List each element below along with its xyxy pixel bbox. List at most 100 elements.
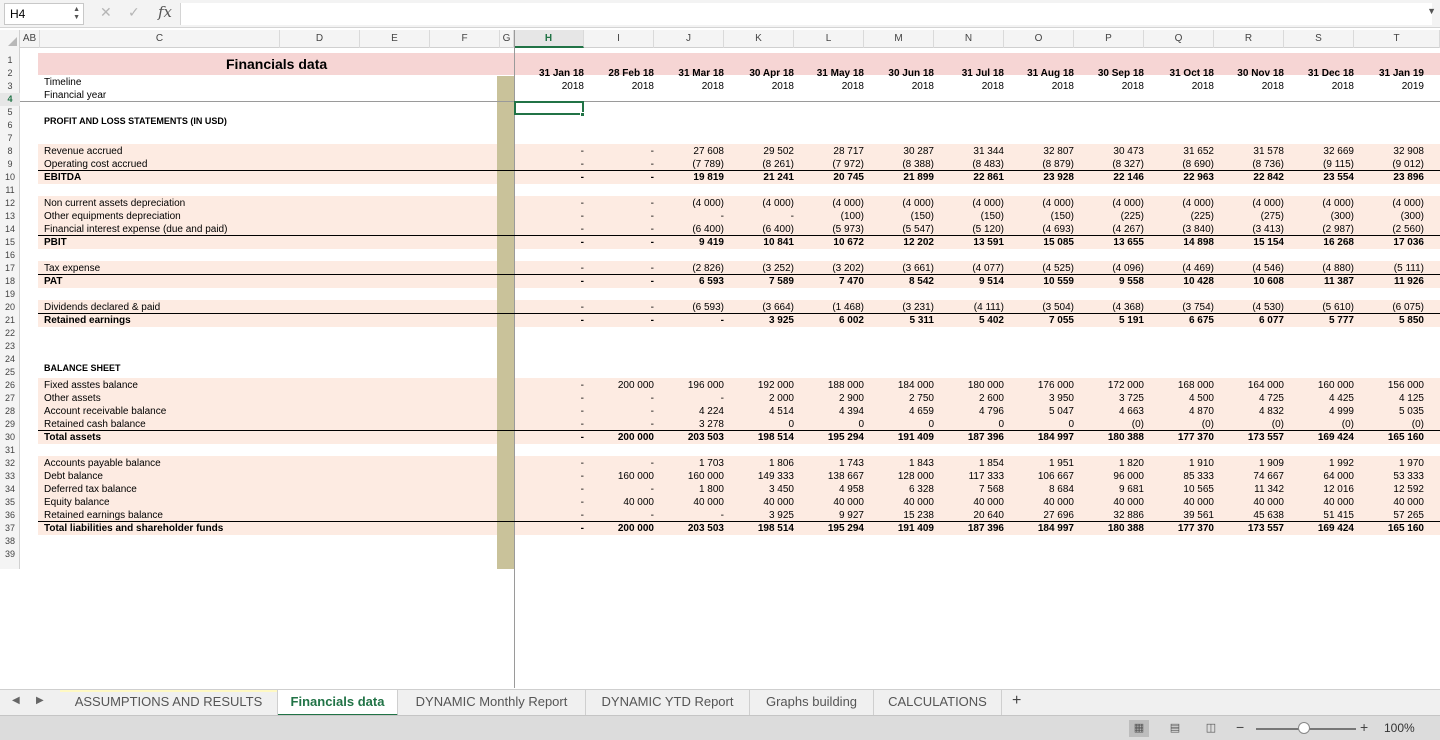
row-header-25[interactable]: 25 (0, 366, 20, 379)
data-cell[interactable]: 27 696 (1004, 509, 1074, 522)
data-cell[interactable]: 5 402 (934, 314, 1004, 327)
data-cell[interactable]: - (584, 145, 654, 158)
data-cell[interactable]: - (584, 483, 654, 496)
select-all-corner[interactable] (0, 30, 20, 48)
row-header-12[interactable]: 12 (0, 197, 20, 210)
data-cell[interactable]: 3 925 (724, 509, 794, 522)
data-cell[interactable]: 40 000 (934, 496, 1004, 509)
data-cell[interactable]: 3 725 (1074, 392, 1144, 405)
data-cell[interactable]: 0 (794, 418, 864, 431)
data-cell[interactable]: (4 000) (724, 197, 794, 210)
data-cell[interactable]: - (514, 418, 584, 431)
data-cell[interactable]: 173 557 (1214, 522, 1284, 535)
data-cell[interactable]: - (514, 262, 584, 275)
data-cell[interactable]: - (514, 197, 584, 210)
data-cell[interactable]: (4 000) (864, 197, 934, 210)
data-cell[interactable]: (7 789) (654, 158, 724, 171)
data-cell[interactable]: 8 684 (1004, 483, 1074, 496)
data-cell[interactable]: 15 154 (1214, 236, 1284, 249)
column-header-p[interactable]: P (1074, 30, 1144, 48)
row-header-30[interactable]: 30 (0, 431, 20, 444)
row-header-36[interactable]: 36 (0, 509, 20, 522)
name-box[interactable]: H4 ▲ ▼ (4, 3, 84, 25)
data-cell[interactable]: (3 202) (794, 262, 864, 275)
data-cell[interactable]: 23 928 (1004, 171, 1074, 184)
data-cell[interactable]: 10 841 (724, 236, 794, 249)
data-cell[interactable]: 14 898 (1144, 236, 1214, 249)
data-cell[interactable]: 3 450 (724, 483, 794, 496)
data-cell[interactable]: 21 241 (724, 171, 794, 184)
zoom-in-button[interactable]: + (1360, 719, 1368, 735)
data-cell[interactable]: - (584, 457, 654, 470)
row-header-32[interactable]: 32 (0, 457, 20, 470)
data-cell[interactable]: 184 997 (1004, 522, 1074, 535)
data-cell[interactable]: - (514, 171, 584, 184)
data-cell[interactable]: (4 469) (1144, 262, 1214, 275)
data-cell[interactable]: 39 561 (1144, 509, 1214, 522)
row-header-8[interactable]: 8 (0, 145, 20, 158)
data-cell[interactable]: 74 667 (1214, 470, 1284, 483)
data-cell[interactable]: (4 000) (794, 197, 864, 210)
data-cell[interactable]: 198 514 (724, 522, 794, 535)
data-cell[interactable]: - (584, 236, 654, 249)
row-header-3[interactable]: 3 (0, 80, 20, 93)
data-cell[interactable]: 196 000 (654, 379, 724, 392)
data-cell[interactable]: (0) (1074, 418, 1144, 431)
data-cell[interactable]: (7 972) (794, 158, 864, 171)
column-header-r[interactable]: R (1214, 30, 1284, 48)
data-cell[interactable]: 0 (864, 418, 934, 431)
row-header-21[interactable]: 21 (0, 314, 20, 327)
data-cell[interactable]: 5 311 (864, 314, 934, 327)
data-cell[interactable]: 10 608 (1214, 275, 1284, 288)
row-header-14[interactable]: 14 (0, 223, 20, 236)
data-cell[interactable]: (3 664) (724, 301, 794, 314)
row-header-28[interactable]: 28 (0, 405, 20, 418)
data-cell[interactable]: 1 820 (1074, 457, 1144, 470)
data-cell[interactable]: 40 000 (1214, 496, 1284, 509)
data-cell[interactable]: 15 085 (1004, 236, 1074, 249)
data-cell[interactable]: 40 000 (1284, 496, 1354, 509)
data-cell[interactable]: 6 675 (1144, 314, 1214, 327)
data-cell[interactable]: 40 000 (1074, 496, 1144, 509)
data-cell[interactable]: (8 261) (724, 158, 794, 171)
data-cell[interactable]: - (584, 405, 654, 418)
data-cell[interactable]: (5 610) (1284, 301, 1354, 314)
data-cell[interactable]: 169 424 (1284, 522, 1354, 535)
data-cell[interactable]: 2 600 (934, 392, 1004, 405)
data-cell[interactable]: - (514, 470, 584, 483)
data-cell[interactable]: 180 388 (1074, 522, 1144, 535)
sheet-tab[interactable]: ASSUMPTIONS AND RESULTS (60, 690, 278, 716)
data-cell[interactable]: 164 000 (1214, 379, 1284, 392)
data-cell[interactable]: 23 554 (1284, 171, 1354, 184)
data-cell[interactable]: (3 504) (1004, 301, 1074, 314)
data-cell[interactable]: 5 850 (1354, 314, 1424, 327)
column-header-n[interactable]: N (934, 30, 1004, 48)
data-cell[interactable]: 11 387 (1284, 275, 1354, 288)
data-cell[interactable]: 45 638 (1214, 509, 1284, 522)
data-cell[interactable]: 40 000 (794, 496, 864, 509)
data-cell[interactable]: 4 663 (1074, 405, 1144, 418)
data-cell[interactable]: 1 910 (1144, 457, 1214, 470)
data-cell[interactable]: (4 111) (934, 301, 1004, 314)
row-header-15[interactable]: 15 (0, 236, 20, 249)
row-header-16[interactable]: 16 (0, 249, 20, 262)
data-cell[interactable]: 0 (724, 418, 794, 431)
spreadsheet-grid[interactable]: Financials data Timeline Financial year … (20, 30, 1440, 688)
data-cell[interactable]: 200 000 (584, 522, 654, 535)
data-cell[interactable]: 31 652 (1144, 145, 1214, 158)
column-header-t[interactable]: T (1354, 30, 1440, 48)
data-cell[interactable]: 10 565 (1144, 483, 1214, 496)
data-cell[interactable]: 138 667 (794, 470, 864, 483)
data-cell[interactable]: - (584, 158, 654, 171)
data-cell[interactable]: 12 016 (1284, 483, 1354, 496)
data-cell[interactable]: 8 542 (864, 275, 934, 288)
data-cell[interactable]: - (514, 483, 584, 496)
data-cell[interactable]: 4 394 (794, 405, 864, 418)
data-cell[interactable]: (225) (1144, 210, 1214, 223)
data-cell[interactable]: 15 238 (864, 509, 934, 522)
data-cell[interactable]: (5 547) (864, 223, 934, 236)
sheet-tab[interactable]: CALCULATIONS (874, 690, 1002, 716)
data-cell[interactable]: (4 267) (1074, 223, 1144, 236)
data-cell[interactable]: 4 832 (1214, 405, 1284, 418)
data-cell[interactable]: (150) (934, 210, 1004, 223)
